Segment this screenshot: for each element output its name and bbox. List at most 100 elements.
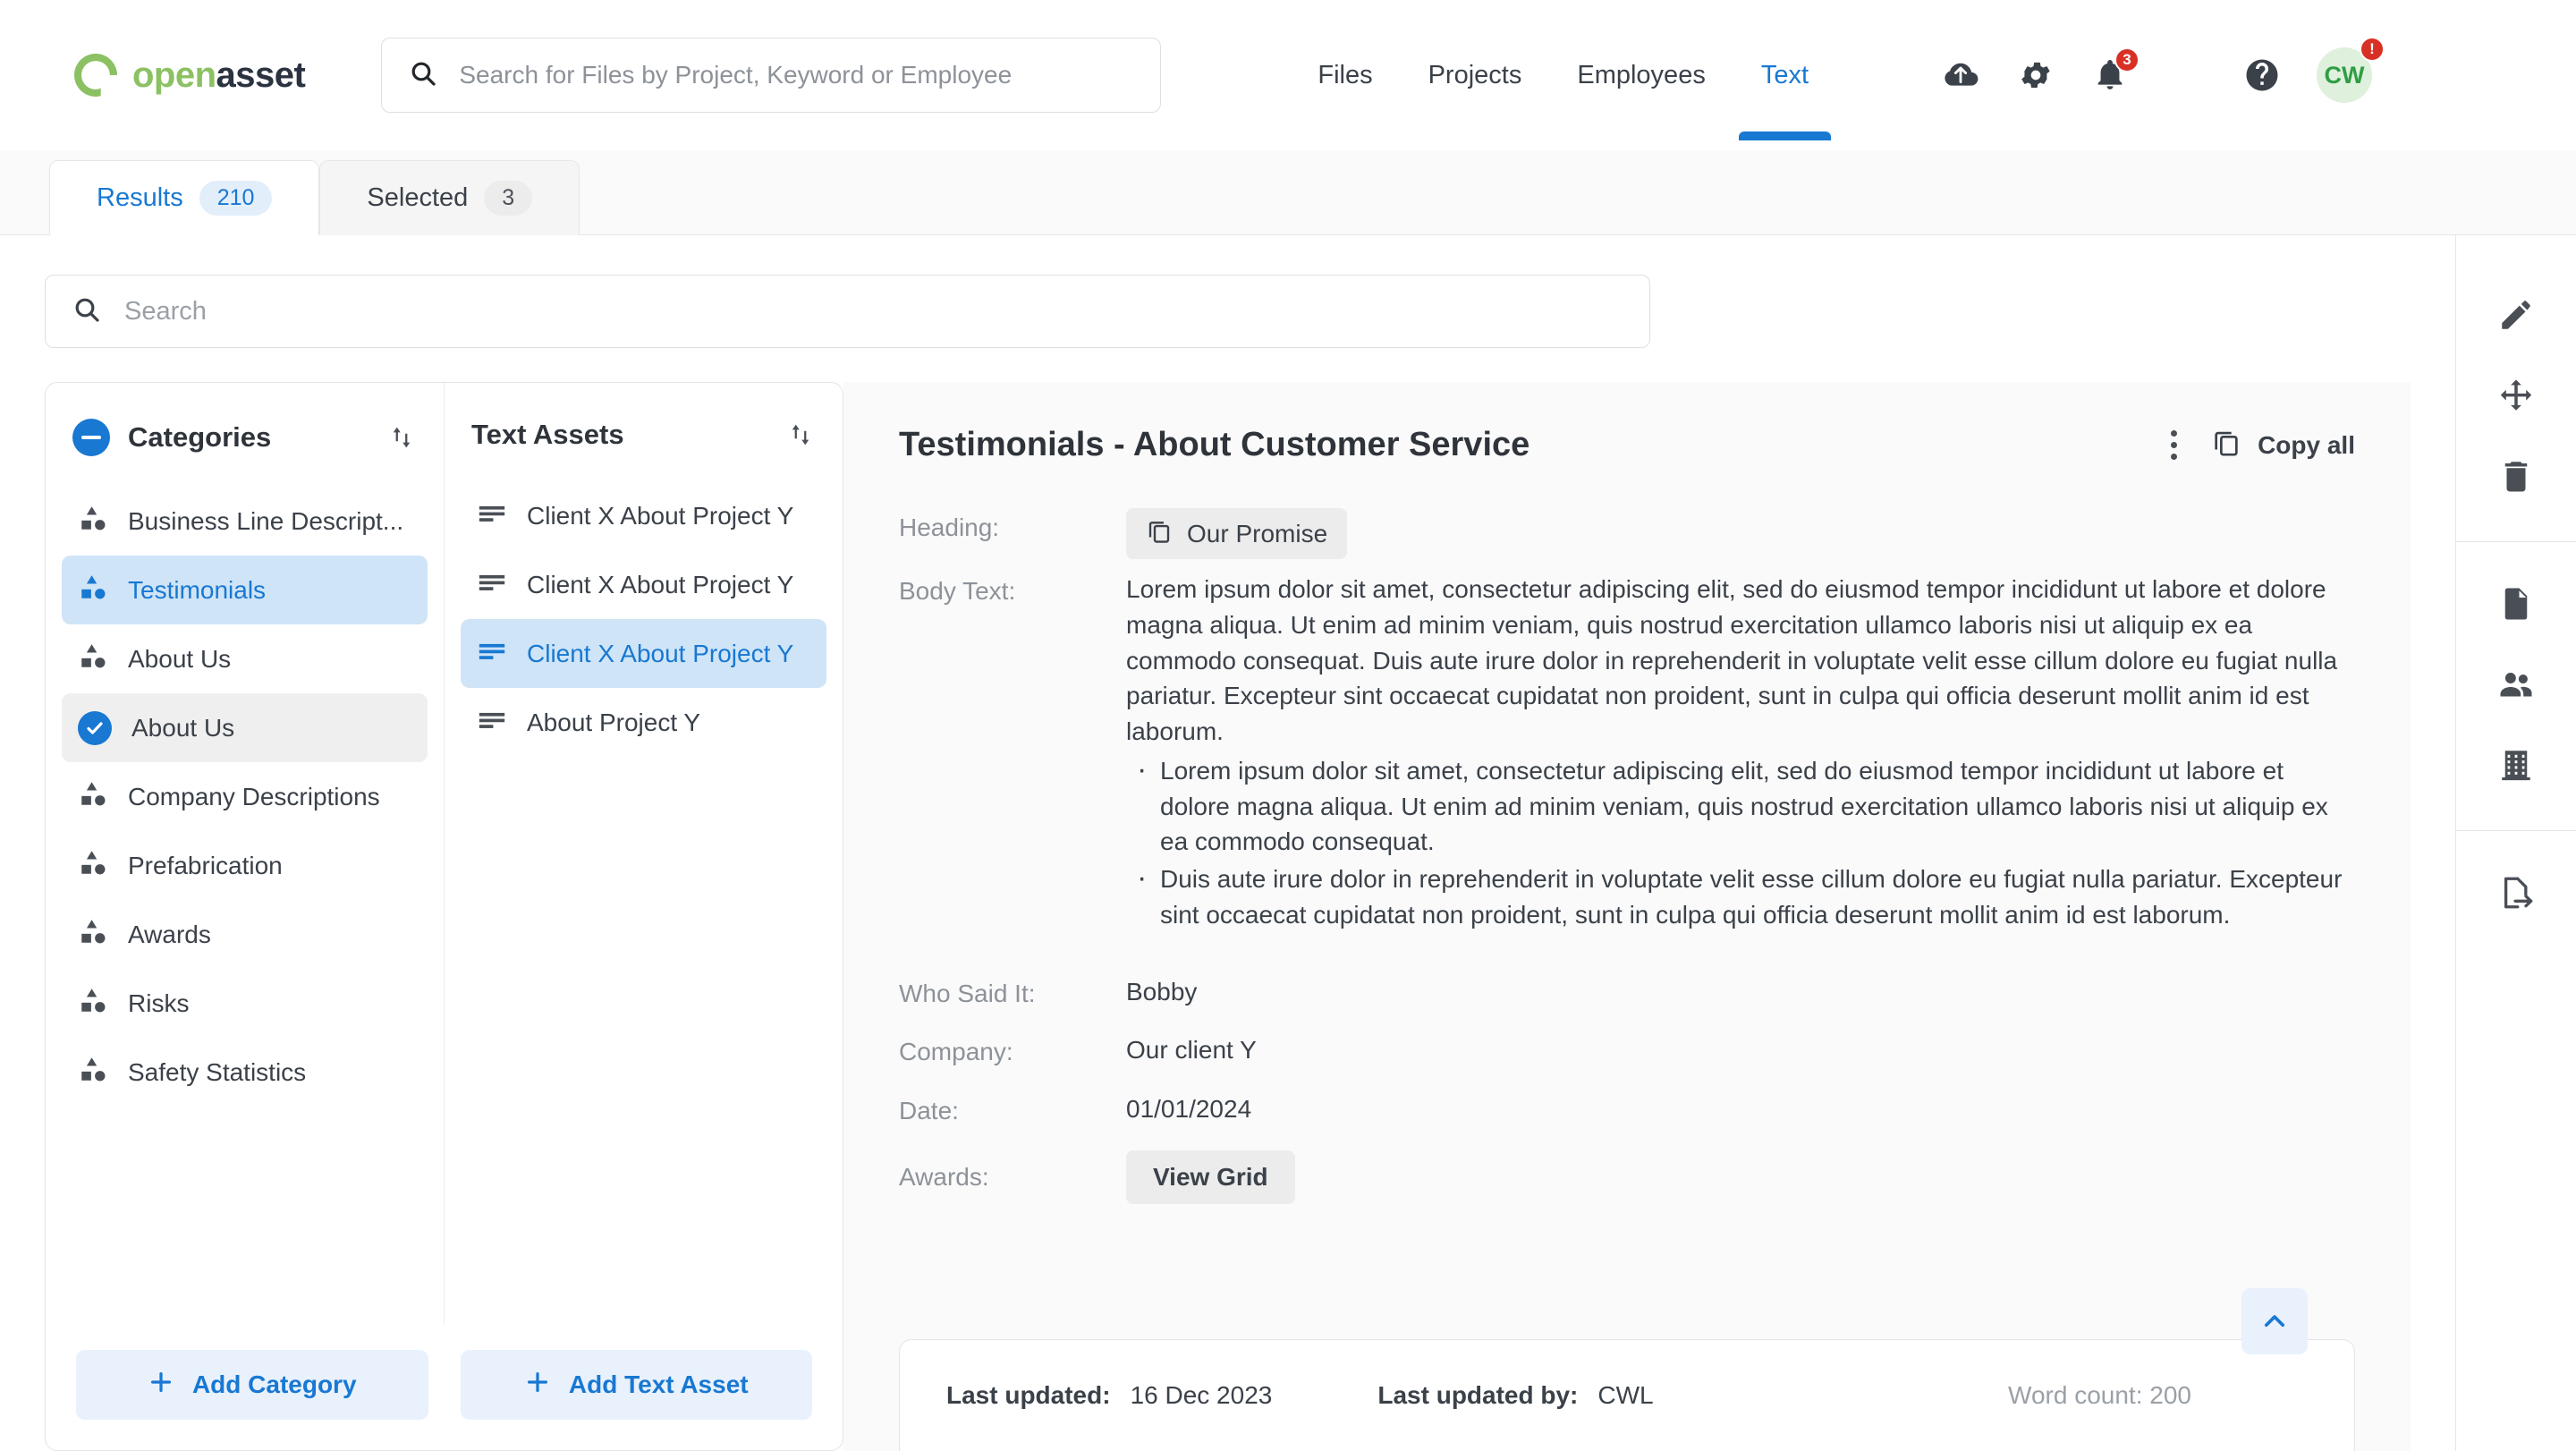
more-vertical-icon[interactable] (2157, 421, 2191, 469)
list-item: Duis aute irure dolor in reprehenderit i… (1126, 856, 2355, 933)
gear-icon[interactable] (2018, 57, 2054, 93)
company-button[interactable] (2456, 726, 2576, 807)
who-said-it-label: Who Said It: (899, 979, 1036, 1007)
list-item-label: About Project Y (527, 708, 701, 736)
categories-title: Categories (128, 421, 272, 453)
list-item[interactable]: Prefabrication (62, 831, 428, 900)
people-button[interactable] (2456, 646, 2576, 726)
toolbar-divider (2456, 830, 2576, 831)
edit-button[interactable] (2456, 276, 2576, 357)
categories-list: Business Line Descript... Testimonials A… (46, 487, 444, 1325)
check-circle-icon (78, 710, 112, 745)
word-count: Word count: 200 (2008, 1381, 2191, 1409)
search-icon (72, 295, 101, 328)
nav-item-projects[interactable]: Projects (1428, 11, 1522, 140)
list-item-label: Awards (128, 920, 211, 948)
copy-icon (1146, 517, 1173, 550)
document-button[interactable] (2456, 565, 2576, 646)
list-item[interactable]: About Us (62, 693, 428, 762)
panels-row: Categories Business Line Descript... Tes… (45, 382, 2411, 1451)
list-item[interactable]: Business Line Descript... (62, 487, 428, 556)
sort-arrows-icon[interactable] (785, 420, 816, 450)
content-area: Search Categories Business Line Descript… (0, 235, 2455, 1451)
categories-header: Categories (46, 383, 444, 487)
pencil-icon (2497, 296, 2535, 338)
date-value: 01/01/2024 (1126, 1095, 1252, 1123)
tab-selected-label: Selected (367, 183, 469, 212)
awards-label: Awards: (899, 1162, 989, 1191)
copy-all-button[interactable]: Copy all (2211, 427, 2355, 463)
move-button[interactable] (2456, 357, 2576, 437)
chevron-up-icon[interactable] (2241, 1288, 2308, 1354)
openasset-logo-mark (72, 51, 120, 99)
add-text-asset-button[interactable]: Add Text Asset (460, 1350, 812, 1420)
top-icon-group: 3 (1943, 47, 2140, 93)
list-item[interactable]: Awards (62, 900, 428, 969)
detail-footer: Last updated: 16 Dec 2023 Last updated b… (899, 1288, 2355, 1451)
nav-item-employees[interactable]: Employees (1577, 11, 1705, 140)
list-item-label: Safety Statistics (128, 1057, 307, 1086)
text-lines-icon (477, 566, 507, 603)
awards-field: Awards: View Grid (899, 1150, 2355, 1204)
last-updated-value: 16 Dec 2023 (1130, 1381, 1273, 1409)
minus-circle-icon[interactable] (72, 419, 110, 456)
add-category-button[interactable]: Add Category (76, 1350, 428, 1420)
list-item[interactable]: About Project Y (461, 688, 826, 757)
openasset-logo[interactable]: openasset (72, 51, 306, 99)
heading-label: Heading: (899, 513, 1000, 541)
list-item[interactable]: Client X About Project Y (461, 550, 826, 619)
help-circle-icon[interactable] (2243, 56, 2281, 94)
body-bullet-list: Lorem ipsum dolor sit amet, consectetur … (1126, 748, 2355, 933)
list-item-label: Company Descriptions (128, 782, 380, 810)
notification-count-badge: 3 (2114, 47, 2140, 72)
list-item[interactable]: Risks (62, 969, 428, 1038)
list-item[interactable]: Client X About Project Y (461, 481, 826, 550)
text-assets-header: Text Assets (445, 383, 843, 481)
add-category-label: Add Category (191, 1370, 357, 1398)
search-icon (409, 59, 437, 92)
detail-header: Testimonials - About Customer Service Co… (899, 421, 2355, 469)
global-search-input[interactable]: Search for Files by Project, Keyword or … (381, 38, 1162, 113)
list-item[interactable]: Testimonials (62, 556, 428, 624)
tab-results[interactable]: Results 210 (49, 160, 320, 235)
toolbar-divider (2456, 541, 2576, 542)
export-button[interactable] (2456, 854, 2576, 935)
delete-button[interactable] (2456, 437, 2576, 518)
building-icon (2497, 746, 2535, 788)
list-item[interactable]: Client X About Project Y (461, 619, 826, 688)
date-field: Date: 01/01/2024 (899, 1091, 2355, 1127)
move-icon (2497, 377, 2535, 419)
body-text-value: Lorem ipsum dolor sit amet, consectetur … (1126, 572, 2355, 935)
shapes-icon (78, 847, 108, 884)
shapes-icon (78, 503, 108, 539)
text-lines-icon (477, 635, 507, 672)
list-item-label: Client X About Project Y (527, 570, 794, 598)
sort-arrows-icon[interactable] (386, 422, 417, 453)
date-label: Date: (899, 1097, 959, 1124)
list-item-label: Client X About Project Y (527, 639, 794, 667)
list-item-label: About Us (131, 713, 235, 742)
heading-value: Our Promise (1187, 519, 1328, 547)
bell-icon[interactable]: 3 (2093, 47, 2140, 92)
tab-results-count: 210 (199, 180, 273, 216)
plus-icon (524, 1369, 551, 1402)
top-navigation-bar: openasset Search for Files by Project, K… (0, 0, 2576, 150)
tab-selected[interactable]: Selected 3 (319, 160, 580, 235)
view-grid-button[interactable]: View Grid (1126, 1150, 1295, 1204)
list-item[interactable]: Safety Statistics (62, 1038, 428, 1107)
list-item[interactable]: About Us (62, 624, 428, 693)
list-item[interactable]: Company Descriptions (62, 762, 428, 831)
nav-item-text[interactable]: Text (1738, 11, 1832, 140)
copy-all-label: Copy all (2258, 430, 2355, 459)
tab-selected-count: 3 (484, 181, 533, 216)
upload-cloud-icon[interactable] (1943, 57, 1979, 93)
search-input[interactable]: Search (45, 275, 1650, 348)
who-said-it-value: Bobby (1126, 977, 1198, 1006)
shapes-icon (78, 778, 108, 815)
heading-copy-chip[interactable]: Our Promise (1126, 508, 1348, 559)
user-avatar[interactable]: CW ! (2317, 37, 2385, 103)
main-nav: Files Projects Employees Text (1318, 11, 1832, 140)
nav-item-files[interactable]: Files (1318, 11, 1372, 140)
body-text-label: Body Text: (899, 577, 1016, 605)
add-buttons-row: Add Category Add Text Asset (46, 1325, 843, 1450)
